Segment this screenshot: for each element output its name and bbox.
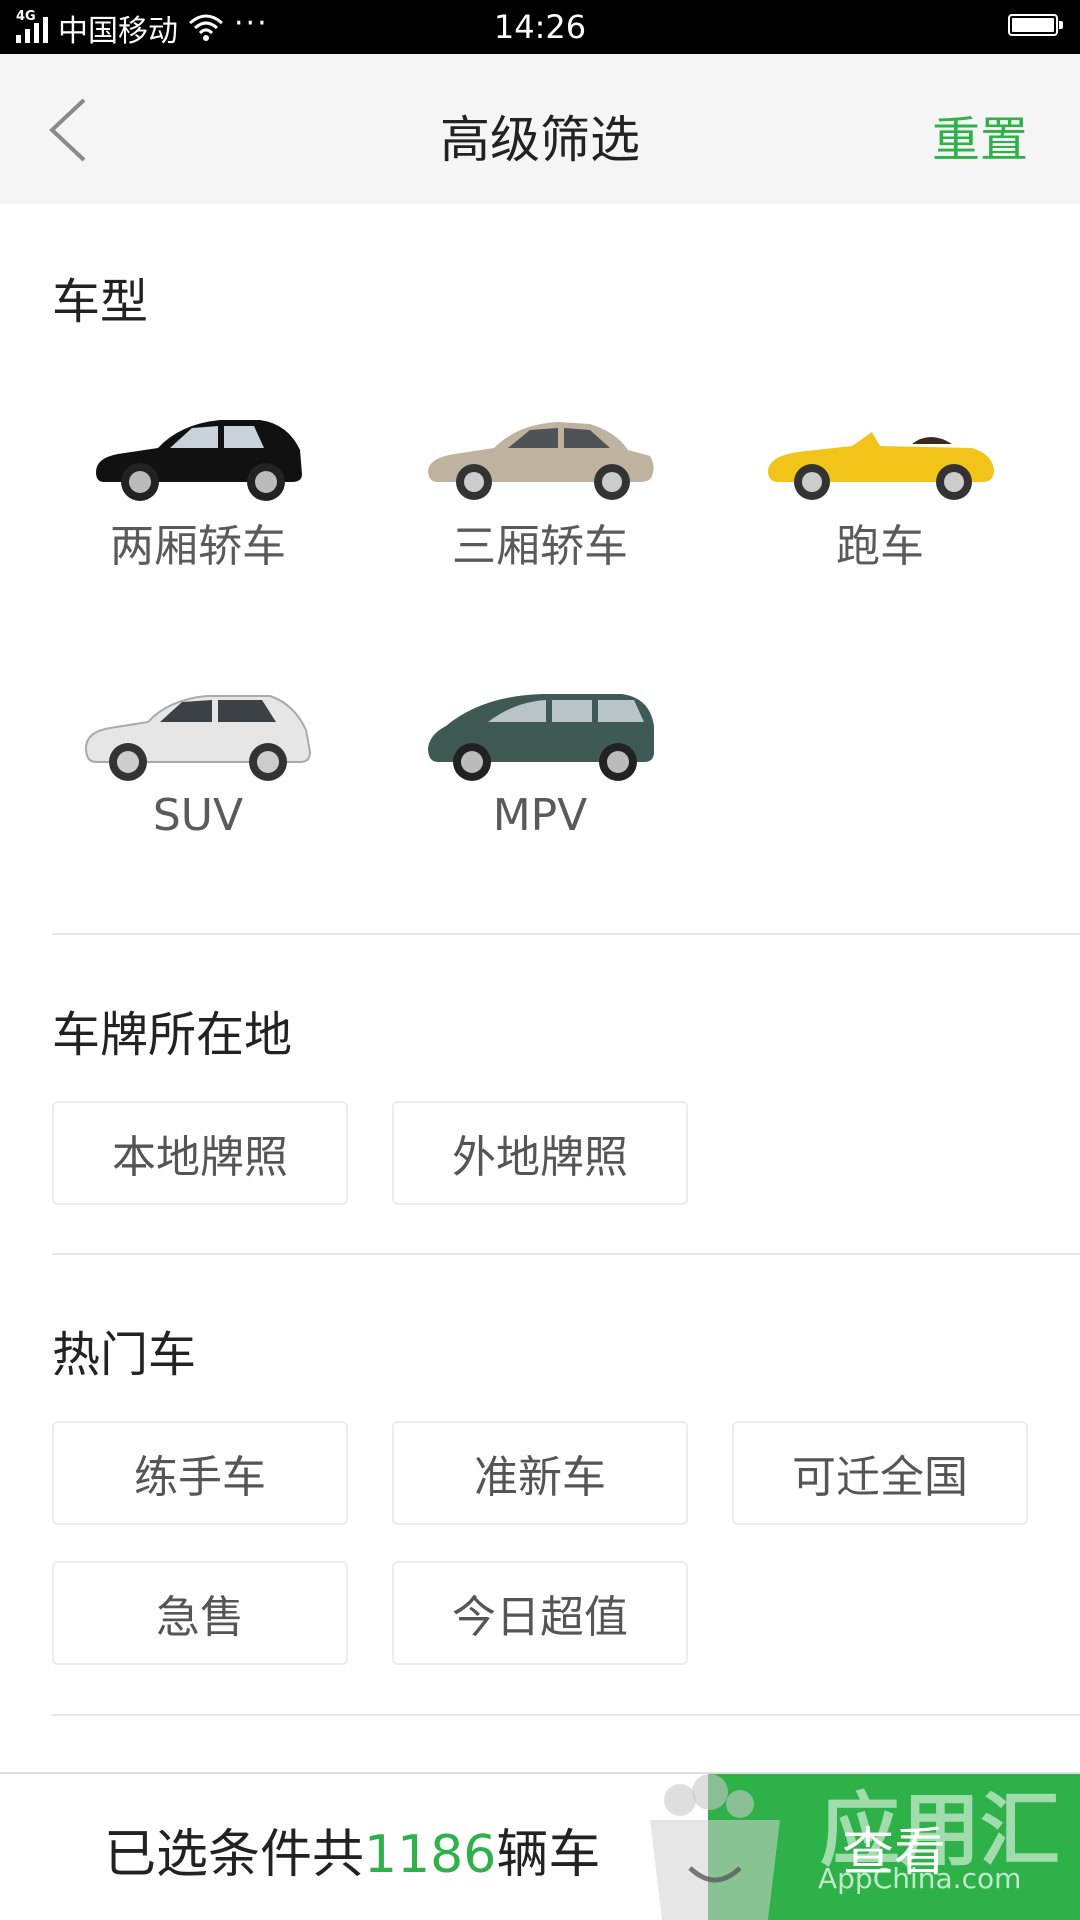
car-type-label: SUV [152, 790, 244, 841]
chip-today-deal[interactable]: 今日超值 [392, 1561, 688, 1665]
hatchback-car-icon [96, 420, 302, 501]
battery-icon [1008, 14, 1063, 36]
car-type-label: MPV [492, 790, 588, 841]
sports-car-icon [768, 432, 994, 500]
car-type-label: 三厢轿车 [452, 521, 628, 572]
sedan-car-icon [428, 422, 654, 500]
chip-practice-car[interactable]: 练手车 [52, 1421, 348, 1525]
chip-nonlocal-plate[interactable]: 外地牌照 [392, 1101, 688, 1205]
car-type-sedan[interactable]: 三厢轿车 [370, 410, 710, 574]
view-button[interactable]: 查看 [708, 1774, 1080, 1920]
result-count: 1186 [364, 1825, 497, 1885]
summary-prefix: 已选条件共 [104, 1825, 365, 1885]
clock: 14:26 [493, 8, 587, 46]
nav-bar: 高级筛选 重置 [0, 54, 1080, 204]
divider [52, 933, 1080, 935]
car-type-hatchback[interactable]: 两厢轿车 [28, 410, 368, 574]
car-type-sports[interactable]: 跑车 [710, 410, 1050, 574]
divider [52, 1714, 1080, 1716]
status-bar: 4G 中国移动 ··· 14:26 [0, 0, 1080, 54]
chip-local-plate[interactable]: 本地牌照 [52, 1101, 348, 1205]
hot-section-title: 热门车 [52, 1327, 197, 1383]
car-type-mpv[interactable]: MPV [370, 686, 710, 841]
result-summary: 已选条件共1186辆车 [104, 1812, 600, 1887]
chip-nationwide-transfer[interactable]: 可迁全国 [732, 1421, 1028, 1525]
chip-urgent-sale[interactable]: 急售 [52, 1561, 348, 1665]
reset-button[interactable]: 重置 [932, 100, 1028, 170]
page-title: 高级筛选 [440, 111, 640, 169]
suv-car-icon [84, 695, 312, 781]
car-type-label: 跑车 [836, 521, 924, 572]
car-type-suv[interactable]: SUV [28, 686, 368, 841]
car-type-section-title: 车型 [52, 274, 149, 330]
mpv-car-icon [428, 694, 654, 781]
car-type-label: 两厢轿车 [110, 521, 286, 572]
summary-suffix: 辆车 [496, 1825, 601, 1885]
chip-nearly-new[interactable]: 准新车 [392, 1421, 688, 1525]
plate-section-title: 车牌所在地 [52, 1007, 293, 1063]
bottom-bar: 已选条件共1186辆车 查看 [0, 1772, 1080, 1920]
divider [52, 1253, 1080, 1255]
